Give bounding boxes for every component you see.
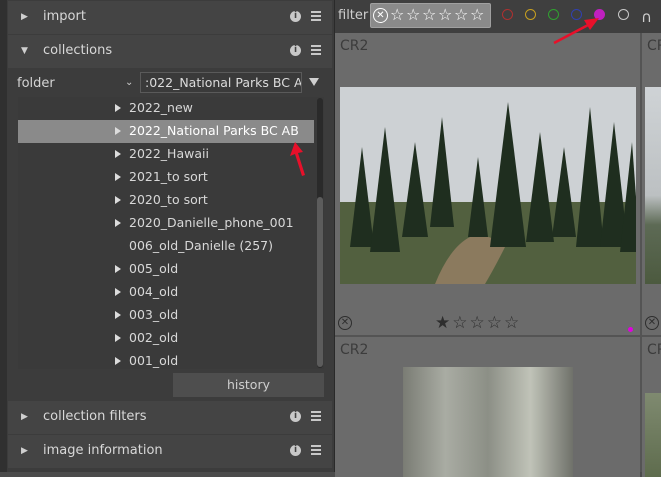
expand-triangle-icon[interactable] — [115, 219, 121, 227]
info-icon[interactable]: i — [290, 411, 301, 422]
folder-tree-item[interactable]: 003_old — [18, 304, 314, 327]
info-icon[interactable]: i — [290, 11, 301, 22]
star-icon[interactable]: ☆ — [406, 5, 420, 24]
expand-triangle-icon[interactable] — [115, 127, 121, 135]
thumbnail-cell[interactable]: CR2 ✕ — [335, 33, 640, 335]
module-title: collection filters — [43, 409, 147, 424]
expand-triangle-icon[interactable] — [115, 334, 121, 342]
folder-label: 005_old — [129, 261, 179, 276]
thumbnail-image[interactable] — [340, 87, 640, 284]
reject-icon[interactable]: ✕ — [373, 8, 388, 23]
thumbnail-cell[interactable]: CR2 ✕ — [642, 33, 661, 335]
history-button[interactable]: history — [173, 373, 324, 397]
reject-icon[interactable]: ✕ — [338, 316, 352, 330]
annotation-arrow-icon — [290, 142, 305, 176]
expand-triangle-icon[interactable] — [115, 104, 121, 112]
folder-tree-item[interactable]: 002_old — [18, 327, 314, 350]
rating-filter[interactable]: ✕ ☆ ☆ ☆ ☆ ☆ ☆ — [370, 3, 491, 28]
folder-label: 2022_Hawaii — [129, 146, 209, 161]
thumbnail-cell[interactable]: CR2 — [335, 337, 640, 477]
thumbnail-image[interactable] — [403, 367, 573, 477]
folder-label: 001_old — [129, 353, 179, 368]
star-icon[interactable]: ☆ — [454, 5, 468, 24]
folder-tree-item[interactable]: 004_old — [18, 281, 314, 304]
expand-triangle-icon[interactable] — [115, 150, 121, 158]
hamburger-menu-icon[interactable] — [311, 11, 321, 21]
module-title: import — [43, 9, 86, 24]
expand-arrow-icon: ▶ — [21, 12, 28, 22]
file-extension: CR2 — [647, 342, 661, 358]
folder-tree-item[interactable]: 001_old — [18, 350, 314, 369]
expand-triangle-icon[interactable] — [115, 288, 121, 296]
path-text-field[interactable]: :022_National Parks BC AB* — [140, 72, 302, 93]
folder-label: 2021_to sort — [129, 169, 208, 184]
star-rating[interactable]: ★☆☆☆☆ — [435, 313, 521, 333]
star-icon[interactable]: ☆ — [422, 5, 436, 24]
hamburger-menu-icon[interactable] — [311, 45, 321, 55]
folder-label: 2020_Danielle_phone_001 — [129, 215, 294, 230]
thumbnail-image[interactable] — [645, 87, 661, 284]
property-select[interactable]: folder — [17, 76, 55, 91]
rule-menu-triangle-icon[interactable] — [309, 78, 319, 86]
star-icon[interactable]: ☆ — [390, 5, 404, 24]
expand-triangle-icon[interactable] — [115, 265, 121, 273]
left-panel-edge — [0, 0, 7, 472]
thumbnail-image[interactable] — [645, 393, 661, 477]
hamburger-menu-icon[interactable] — [311, 411, 321, 421]
color-label-red-icon[interactable] — [502, 9, 513, 20]
folder-label: 002_old — [129, 330, 179, 345]
folder-tree-item[interactable]: 2020_Danielle_phone_001 — [18, 212, 314, 235]
collection-rule-row: folder ⌄ :022_National Parks BC AB* — [8, 70, 332, 96]
filter-label: filter — [338, 8, 369, 23]
top-filter-bar: filter ✕ ☆ ☆ ☆ ☆ ☆ ☆ ∩ — [335, 0, 661, 33]
expand-triangle-icon[interactable] — [115, 196, 121, 204]
folder-label: 2022_new — [129, 100, 193, 115]
folder-label: 2020_to sort — [129, 192, 208, 207]
folder-label: 004_old — [129, 284, 179, 299]
module-import[interactable]: ▶ import i — [8, 1, 332, 34]
module-title: collections — [43, 43, 113, 58]
module-collections[interactable]: ▼ collections i — [8, 35, 332, 68]
module-collection-filters[interactable]: ▶ collection filters i — [8, 401, 332, 434]
folder-tree: 2022_new 2022_National Parks BC AB 2022_Ha… — [18, 97, 324, 369]
arc-icon[interactable]: ∩ — [641, 8, 652, 26]
color-label-dot — [628, 327, 633, 332]
module-title: image information — [43, 443, 163, 458]
expand-triangle-icon[interactable] — [115, 173, 121, 181]
file-extension: CR2 — [340, 38, 369, 54]
annotation-arrow-icon — [553, 18, 599, 45]
color-label-yellow-icon[interactable] — [525, 9, 536, 20]
file-extension: CR2 — [340, 342, 369, 358]
expand-arrow-icon: ▶ — [21, 446, 28, 456]
expand-arrow-icon: ▶ — [21, 412, 28, 422]
info-icon[interactable]: i — [290, 445, 301, 456]
module-image-information[interactable]: ▶ image information i — [8, 435, 332, 468]
file-extension: CR2 — [647, 38, 661, 54]
folder-tree-item[interactable]: 005_old — [18, 258, 314, 281]
folder-label: 003_old — [129, 307, 179, 322]
collapse-arrow-icon: ▼ — [21, 46, 28, 56]
scrollbar-thumb[interactable] — [317, 197, 323, 367]
expand-triangle-icon[interactable] — [115, 357, 121, 365]
folder-tree-item[interactable]: 006_old_Danielle (257) — [18, 235, 314, 258]
chevron-down-icon[interactable]: ⌄ — [125, 77, 133, 88]
color-label-clear-icon[interactable] — [618, 9, 629, 20]
folder-tree-item[interactable]: 2022_new — [18, 97, 314, 120]
star-icon[interactable]: ☆ — [470, 5, 484, 24]
folder-tree-item[interactable]: 2022_Hawaii — [18, 143, 314, 166]
folder-tree-item[interactable]: 2020_to sort — [18, 189, 314, 212]
info-icon[interactable]: i — [290, 45, 301, 56]
reject-icon[interactable]: ✕ — [645, 316, 659, 330]
star-icon[interactable]: ☆ — [438, 5, 452, 24]
thumbnail-cell[interactable]: CR2 — [642, 337, 661, 477]
folder-tree-item[interactable]: 2022_National Parks BC AB — [18, 120, 314, 143]
folder-label: 2022_National Parks BC AB — [129, 123, 299, 138]
folder-tree-item[interactable]: 2021_to sort — [18, 166, 314, 189]
hamburger-menu-icon[interactable] — [311, 445, 321, 455]
lighttable-grid: CR2 ✕ ★☆☆☆☆ C ✕ CR2 C — [335, 33, 661, 477]
folder-label: 006_old_Danielle (257) — [129, 238, 274, 253]
expand-triangle-icon[interactable] — [115, 311, 121, 319]
